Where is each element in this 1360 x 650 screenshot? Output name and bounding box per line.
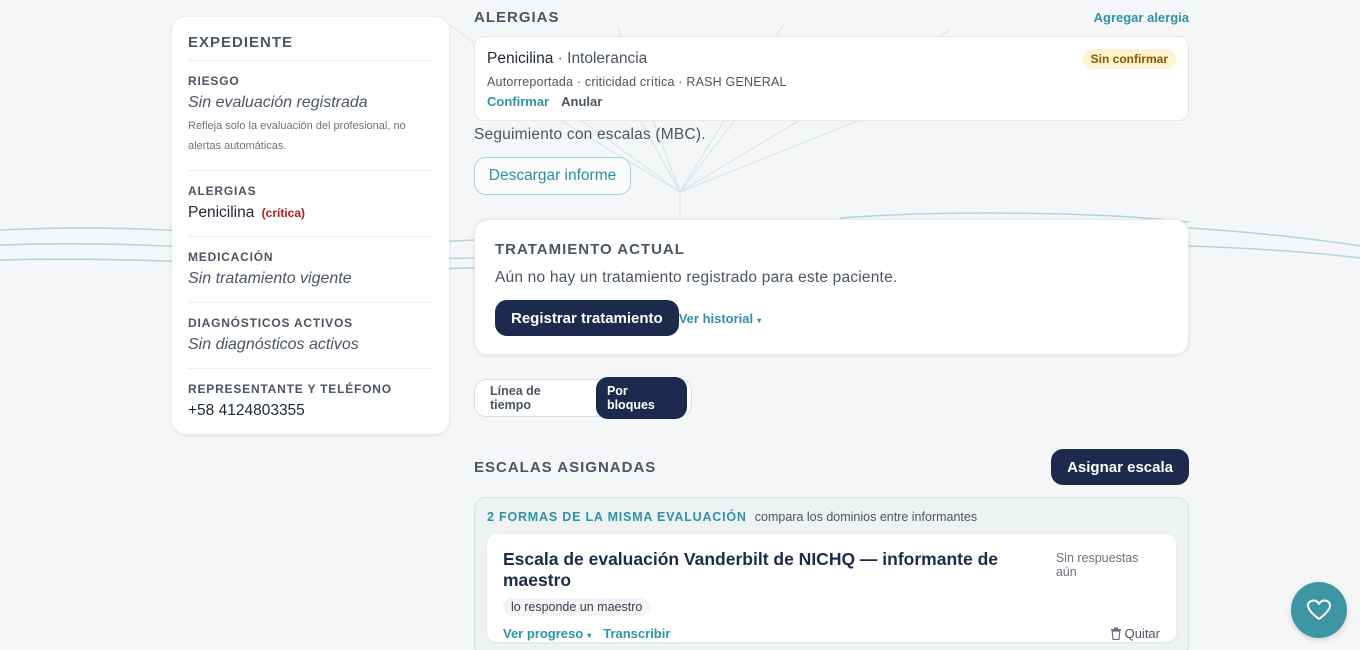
risk-label: RIESGO [188, 74, 240, 88]
scale-card: Escala de evaluación Vanderbilt de NICHQ… [487, 534, 1176, 642]
record-title: EXPEDIENTE [188, 34, 433, 61]
view-progress-link[interactable]: Ver progreso ▾ [503, 626, 591, 641]
risk-value: Sin evaluación registrada [188, 94, 368, 111]
scale-group: 2 FORMAS DE LA MISMA EVALUACIÓN compara … [474, 497, 1189, 650]
allergy-criticality: (crítica) [261, 206, 306, 220]
treatment-heading: TRATAMIENTO ACTUAL [495, 241, 685, 258]
favorite-fab-button[interactable] [1291, 582, 1347, 638]
assign-scale-button[interactable]: Asignar escala [1051, 449, 1189, 485]
allergies-label: ALERGIAS [188, 184, 257, 198]
followup-text: Seguimiento con escalas (MBC). [474, 126, 706, 143]
allergy-summary: Penicilina (crítica) [188, 204, 433, 222]
risk-note: Refleja solo la evaluación del profesion… [188, 120, 406, 152]
allergy-meta: Autorreportada · criticidad crítica · RA… [487, 75, 787, 89]
view-mode-toggle: Línea de tiempo Por bloques [474, 377, 692, 419]
allergy-name: Penicilina [487, 50, 554, 67]
view-progress-label: Ver progreso [503, 626, 584, 641]
representative-section: REPRESENTANTE Y TELÉFONO +58 4124803355 [188, 369, 433, 434]
scales-heading: ESCALAS ASIGNADAS [474, 458, 657, 476]
chevron-down-icon: ▾ [587, 631, 592, 640]
allergy-summary-name: Penicilina [188, 204, 255, 221]
trash-icon [1110, 627, 1121, 640]
chevron-down-icon: ▾ [757, 315, 762, 325]
toggle-timeline[interactable]: Línea de tiempo [479, 377, 592, 419]
diagnoses-label: DIAGNÓSTICOS ACTIVOS [188, 316, 353, 330]
medication-section: MEDICACIÓN Sin tratamiento vigente [188, 237, 433, 303]
representative-phone: +58 4124803355 [188, 402, 305, 419]
scale-group-header: 2 FORMAS DE LA MISMA EVALUACIÓN compara … [487, 510, 1176, 524]
download-report-button[interactable]: Descargar informe [474, 157, 631, 195]
toggle-blocks[interactable]: Por bloques [595, 377, 687, 419]
scale-title: Escala de evaluación Vanderbilt de NICHQ… [503, 549, 998, 590]
status-badge: Sin confirmar [1082, 49, 1176, 69]
view-history-link[interactable]: Ver historial ▾ [679, 311, 761, 326]
medication-label: MEDICACIÓN [188, 250, 274, 264]
allergies-header: ALERGIAS Agregar alergia [474, 9, 1189, 26]
remove-scale-button[interactable]: Quitar [1110, 626, 1160, 641]
allergy-type: · Intolerancia [553, 50, 648, 67]
scales-header: ESCALAS ASIGNADAS Asignar escala [474, 449, 1189, 485]
allergy-actions: Confirmar Anular [487, 94, 1176, 109]
remove-label: Quitar [1124, 626, 1160, 641]
heart-icon [1307, 599, 1331, 620]
scale-group-title: 2 FORMAS DE LA MISMA EVALUACIÓN [487, 510, 747, 524]
risk-section: RIESGO Sin evaluación registrada Refleja… [188, 61, 433, 171]
view-history-label: Ver historial [678, 310, 754, 326]
patient-record-card: EXPEDIENTE RIESGO Sin evaluación registr… [172, 17, 449, 434]
scale-status: Sin respuestas aún [1055, 551, 1139, 579]
treatment-empty-text: Aún no hay un tratamiento registrado par… [495, 269, 898, 286]
register-treatment-button[interactable]: Registrar tratamiento [495, 300, 679, 336]
allergy-title: Penicilina · Intolerancia [487, 50, 647, 68]
treatment-actions: Registrar tratamiento Ver historial ▾ [495, 300, 1168, 336]
allergies-summary-section: ALERGIAS Penicilina (crítica) [188, 171, 433, 237]
current-treatment-card: TRATAMIENTO ACTUAL Aún no hay un tratami… [474, 219, 1189, 355]
scale-actions: Ver progreso ▾ Transcribir Quitar [503, 626, 1160, 641]
allergies-heading: ALERGIAS [474, 9, 560, 26]
medication-value: Sin tratamiento vigente [188, 270, 352, 287]
representative-label: REPRESENTANTE Y TELÉFONO [188, 382, 392, 396]
confirm-allergy-link[interactable]: Confirmar [487, 94, 549, 109]
scale-group-subtitle: compara los dominios entre informantes [754, 510, 978, 524]
diagnoses-value: Sin diagnósticos activos [188, 336, 359, 353]
add-allergy-link[interactable]: Agregar alergia [1094, 10, 1189, 25]
diagnoses-section: DIAGNÓSTICOS ACTIVOS Sin diagnósticos ac… [188, 303, 433, 369]
cancel-allergy-link[interactable]: Anular [561, 94, 602, 109]
respondent-chip: lo responde un maestro [503, 598, 651, 616]
transcribe-link[interactable]: Transcribir [603, 626, 670, 641]
allergy-card: Penicilina · Intolerancia Sin confirmar … [474, 36, 1189, 121]
